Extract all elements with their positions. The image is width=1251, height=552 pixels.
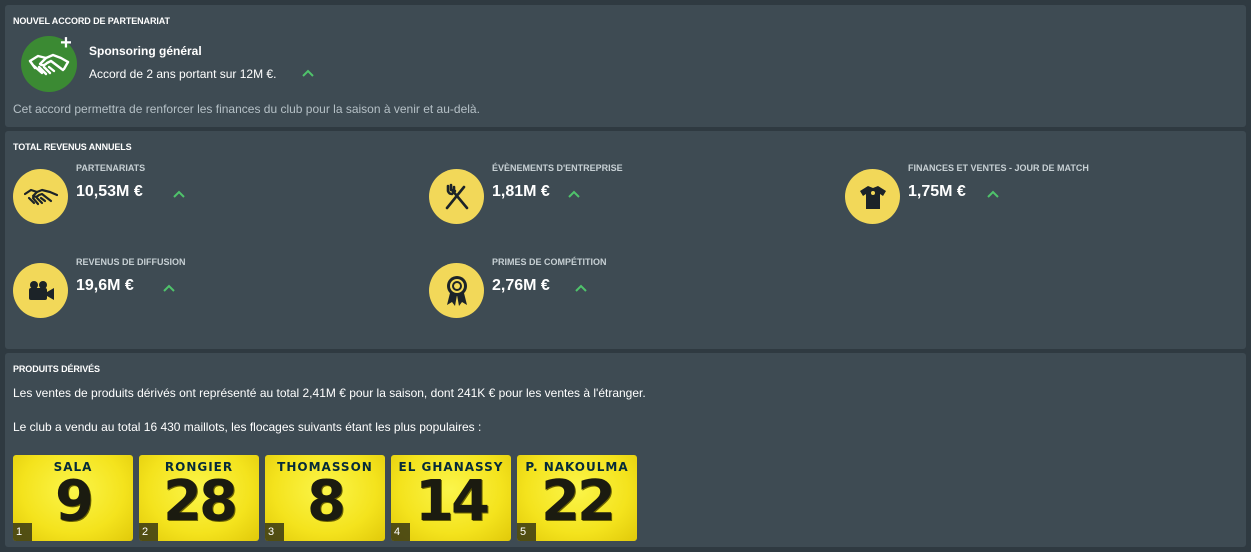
trend-up-icon: [302, 69, 314, 77]
shirt-rank: 4: [391, 523, 410, 541]
video-camera-icon: [13, 263, 68, 318]
partnership-title: NOUVEL ACCORD DE PARTENARIAT: [13, 16, 170, 26]
revenue-panel: TOTAL REVENUS ANNUELS Partenariats 10,53…: [5, 131, 1246, 349]
shirt-card[interactable]: THOMASSON 8 3: [265, 455, 385, 541]
shirt-rank: 1: [13, 523, 32, 541]
revenue-item-prize-money: Primes de compétition 2,76M €: [429, 257, 829, 318]
revenue-value: 19,6M €: [76, 277, 134, 294]
revenue-value: 2,76M €: [492, 277, 550, 294]
shirt-rank: 5: [517, 523, 536, 541]
revenue-item-partnerships: Partenariats 10,53M €: [13, 163, 413, 224]
merchandise-panel: PRODUITS DÉRIVÉS Les ventes de produits …: [5, 353, 1246, 547]
shirt-card[interactable]: RONGIER 28 2: [139, 455, 259, 541]
revenue-label: Évènements d'entreprise: [492, 163, 623, 173]
revenue-label: Finances et ventes - jour de match: [908, 163, 1089, 173]
deal-description: Accord de 2 ans portant sur 12M €.: [89, 67, 277, 81]
revenue-label: Partenariats: [76, 163, 146, 173]
deal-name: Sponsoring général: [89, 44, 202, 58]
revenue-item-broadcast: Revenus de diffusion 19,6M €: [13, 257, 413, 318]
award-ribbon-icon: [429, 263, 484, 318]
merchandise-sales-text: Les ventes de produits dérivés ont repré…: [13, 386, 646, 400]
shirts-sold-text: Le club a vendu au total 16 430 maillots…: [13, 420, 482, 434]
shirt-card[interactable]: P. NAKOULMA 22 5: [517, 455, 637, 541]
revenue-value: 10,53M €: [76, 183, 143, 200]
merchandise-title: PRODUITS DÉRIVÉS: [13, 364, 100, 374]
trend-up-icon: [575, 284, 587, 292]
shirt-icon: [845, 169, 900, 224]
shirt-rank: 2: [139, 523, 158, 541]
handshake-icon: [13, 169, 68, 224]
revenue-title: TOTAL REVENUS ANNUELS: [13, 142, 132, 152]
revenue-label: Primes de compétition: [492, 257, 607, 267]
trend-up-icon: [987, 190, 999, 198]
partnership-panel: NOUVEL ACCORD DE PARTENARIAT + Sponsorin…: [5, 5, 1246, 127]
shirt-card[interactable]: SALA 9 1: [13, 455, 133, 541]
revenue-item-matchday: Finances et ventes - jour de match 1,75M…: [845, 163, 1245, 224]
trend-up-icon: [568, 190, 580, 198]
revenue-value: 1,75M €: [908, 183, 966, 200]
deal-note: Cet accord permettra de renforcer les fi…: [13, 102, 480, 116]
fork-knife-icon: [429, 169, 484, 224]
shirt-card[interactable]: EL GHANASSY 14 4: [391, 455, 511, 541]
revenue-label: Revenus de diffusion: [76, 257, 186, 267]
revenue-item-corporate-events: Évènements d'entreprise 1,81M €: [429, 163, 829, 224]
shirt-rank: 3: [265, 523, 284, 541]
trend-up-icon: [173, 190, 185, 198]
revenue-value: 1,81M €: [492, 183, 550, 200]
plus-icon: +: [60, 32, 72, 54]
trend-up-icon: [163, 284, 175, 292]
